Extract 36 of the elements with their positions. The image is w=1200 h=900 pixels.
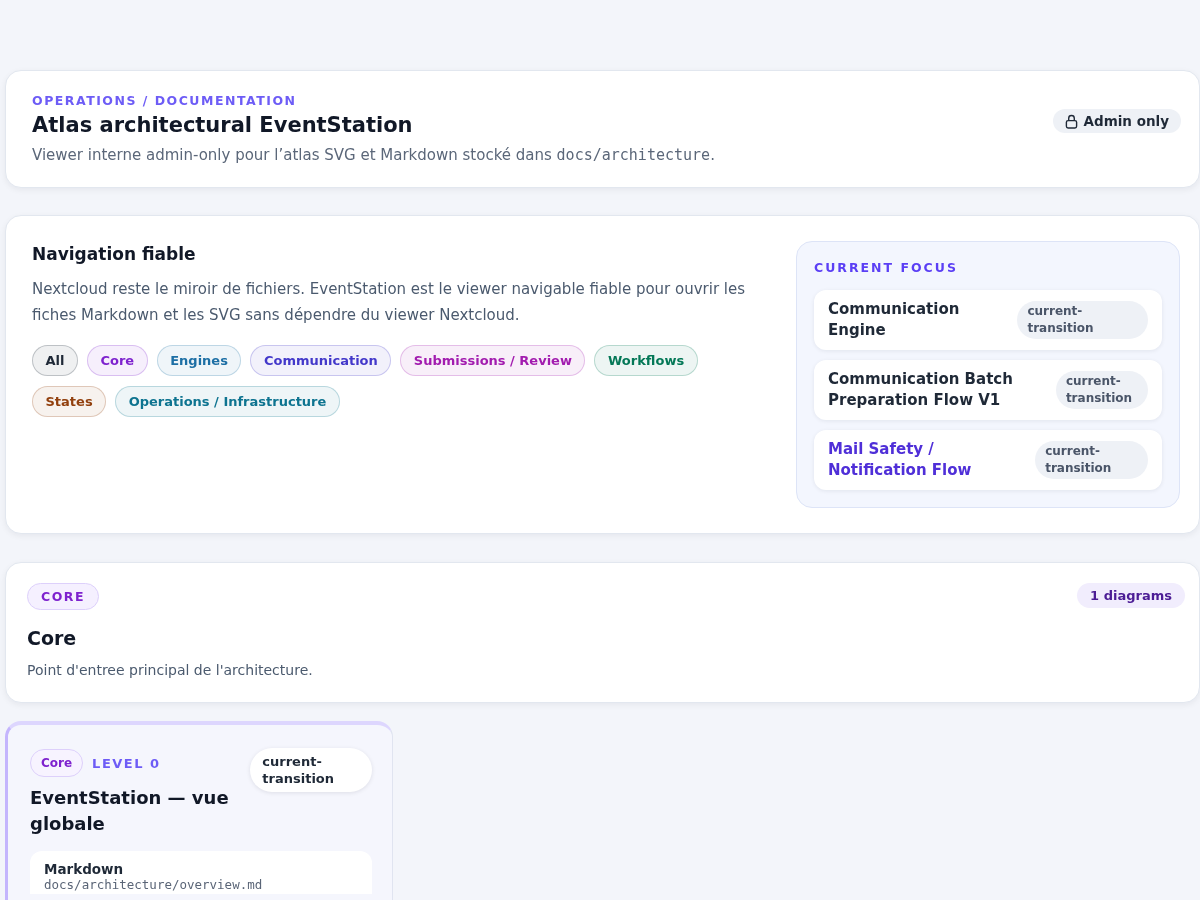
count-badge: 1 diagrams: [1077, 583, 1185, 608]
focus-title: Mail Safety / Notification Flow: [828, 439, 973, 481]
status-badge: current-transition: [250, 748, 373, 792]
file-link[interactable]: Markdown docs/architecture/overview.md: [30, 851, 373, 894]
filter-chip[interactable]: Communication: [250, 345, 392, 376]
breadcrumb-text: OPERATIONS / DOCUMENTATION: [32, 93, 298, 109]
focus-item[interactable]: Communication Batch Preparation Flow V1 current-transition: [814, 360, 1162, 420]
filter-chip[interactable]: Submissions / Review: [400, 345, 586, 376]
filter-chip[interactable]: Engines: [156, 345, 242, 376]
file-type-label: Markdown: [44, 861, 125, 877]
intro-paragraph: Nextcloud reste le miroir de fichiers. EventStation est le viewer navigable fiable pour ouvrir les fiches Markdown et les SVG sans dépendre du viewer Nextcloud.: [32, 279, 747, 326]
focus-item[interactable]: Communication Engine current-transition: [814, 290, 1162, 350]
status-badge: current-transition: [1055, 371, 1148, 409]
focus-item[interactable]: Mail Safety / Notification Flow current-transition: [814, 430, 1162, 490]
filter-chip[interactable]: All: [32, 345, 78, 376]
file-path: docs/architecture/overview.md: [44, 877, 264, 892]
category-title: Core: [27, 626, 78, 651]
category-description: Point d'entree principal de l'architecture.: [27, 661, 314, 680]
focus-title: Communication Engine: [828, 299, 961, 341]
status-badge: current-transition: [1035, 441, 1148, 479]
filter-chip[interactable]: Workflows: [594, 345, 698, 376]
panel-label: CURRENT FOCUS: [814, 260, 959, 276]
filter-chip[interactable]: Operations / Infrastructure: [115, 386, 340, 417]
lock-icon: [1064, 113, 1078, 129]
category-tag: Core: [30, 749, 84, 777]
focus-title: Communication Batch Preparation Flow V1: [828, 369, 1014, 411]
description-text: Viewer interne admin-only pour l’atlas SVG et Markdown stocké dans docs/architecture.: [32, 145, 715, 165]
page-title: Atlas architectural EventStation: [32, 112, 414, 139]
diagram-title: EventStation — vue globale: [30, 786, 230, 836]
section-heading: Navigation fiable: [32, 243, 197, 266]
category-tag: CORE: [27, 583, 99, 610]
status-badge: current-transition: [1017, 301, 1148, 339]
access-label: Admin only: [1083, 113, 1169, 129]
filter-chip[interactable]: States: [32, 386, 107, 417]
filter-chip[interactable]: Core: [87, 345, 148, 376]
level-label: LEVEL 0: [92, 755, 161, 771]
